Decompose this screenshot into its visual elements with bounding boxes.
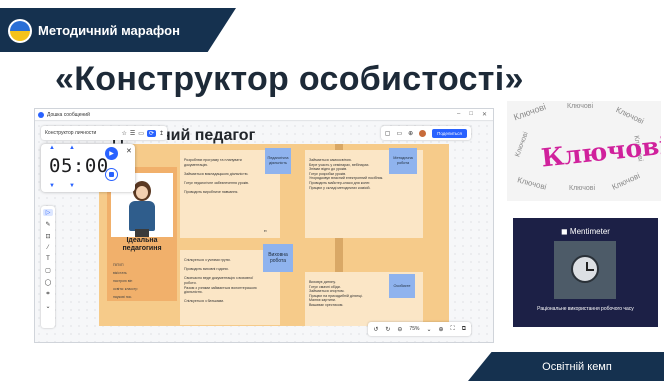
fit-screen-icon[interactable]: ⛶ <box>451 326 455 333</box>
menu-icon[interactable]: ☰ <box>130 130 135 137</box>
undo-icon[interactable]: ↺ <box>373 326 378 333</box>
timer-widget: ▲▲ 05:00 ▼▼ ▶ ✕ <box>41 144 135 192</box>
star-icon[interactable]: ☆ <box>121 130 126 137</box>
quote-mark: „ <box>264 224 267 233</box>
line-tool-icon[interactable]: ⁄ <box>47 245 48 251</box>
reaction-icon[interactable]: ⊕ <box>408 130 413 137</box>
avatar[interactable] <box>419 129 427 137</box>
banner-title: Методичний марафон <box>38 22 180 38</box>
pen-tool-icon[interactable]: ✎ <box>45 221 50 228</box>
pocket-watch-icon <box>554 241 616 299</box>
play-icon[interactable]: ▶ <box>105 147 118 160</box>
select-tool-icon[interactable]: ▷ <box>43 209 53 216</box>
word-cloud-image: Ключові Ключові Ключові Ключові Ключові … <box>507 101 661 201</box>
mentimeter-image: ◼ Mentimeter Раціональне використання ро… <box>513 218 658 327</box>
whiteboard-app-window: Дошка сообщений – □ ✕ деальний педагог К… <box>34 108 494 343</box>
board-name[interactable]: Конструктор личности <box>45 130 96 136</box>
minimap-icon[interactable]: ⧉ <box>462 326 466 333</box>
app-icon <box>38 111 44 118</box>
share-toolbar: ▢ ▭ ⊕ Поделиться <box>380 126 471 140</box>
timer-display[interactable]: 05:00 <box>49 155 109 177</box>
zoom-dropdown-icon[interactable]: ⌄ <box>426 326 431 333</box>
shape-tool-icon[interactable]: ⊡ <box>45 233 50 240</box>
slide: Методичний марафон «Конструктор особисто… <box>0 0 664 381</box>
comment-tool-icon[interactable]: ◯ <box>45 279 52 286</box>
timer-increase-arrows[interactable]: ▲▲ <box>49 145 89 151</box>
grid-tool-icon[interactable]: ⌗ <box>46 291 49 298</box>
board-canvas[interactable]: деальний педагог Конструктор личности ☆ … <box>35 122 493 342</box>
zoom-in-icon[interactable]: ⊕ <box>438 326 443 333</box>
zoom-level[interactable]: 75% <box>409 326 419 332</box>
person-card-name: Ідеальна педагогиня <box>122 237 162 252</box>
share-button[interactable]: Поделиться <box>432 128 467 138</box>
video-icon[interactable]: ▭ <box>396 130 402 137</box>
tools-sidebar: ▷ ✎ ⊡ ⁄ T ▢ ◯ ⌗ ⌄ <box>41 206 55 328</box>
word-cloud-main-word: Ключові <box>539 130 661 173</box>
footer-banner: Освітній кемп <box>468 352 664 381</box>
top-banner: Методичний марафон <box>0 8 236 52</box>
maximize-button[interactable]: □ <box>469 111 473 118</box>
zoom-out-icon[interactable]: ⊖ <box>397 326 402 333</box>
mentimeter-brand: ◼ Mentimeter <box>561 227 610 236</box>
stop-icon[interactable] <box>105 168 118 181</box>
window-titlebar: Дошка сообщений – □ ✕ <box>35 109 493 121</box>
person-card-fields: ПІП/ІП вік/стать настрою він освіта: кла… <box>113 263 138 299</box>
close-icon[interactable]: ✕ <box>126 147 132 155</box>
footer-label: Освітній кемп <box>542 360 612 373</box>
sticky-teaching[interactable]: Педагогічна діяльність <box>265 148 291 174</box>
board-toolbar: Конструктор личности ☆ ☰ ▭ ⟳ ↥ <box>41 126 167 140</box>
minimize-button[interactable]: – <box>457 111 460 118</box>
sticky-methodical[interactable]: Методична робота <box>389 148 417 174</box>
mentimeter-caption: Раціональне використання робочого часу <box>537 306 634 312</box>
sticky-educational[interactable]: Виховна робота <box>263 244 293 272</box>
panel-teaching-text: Розроблює програму та планувати документ… <box>184 158 249 195</box>
sticky-tool-icon[interactable]: ▢ <box>45 267 51 274</box>
export-icon[interactable]: ↥ <box>159 130 164 137</box>
window-title: Дошка сообщений <box>47 111 90 118</box>
slide-title: «Конструктор особистості» <box>55 60 524 98</box>
comment-icon[interactable]: ▢ <box>385 130 391 137</box>
marathon-logo-icon <box>8 19 32 43</box>
sticky-personal[interactable]: Особисте <box>389 274 415 298</box>
more-tools-icon[interactable]: ⌄ <box>45 303 50 310</box>
close-window-button[interactable]: ✕ <box>482 111 487 118</box>
panel-educational-text: Спілкується з учнями групи. Проводить ви… <box>184 258 257 304</box>
timer-icon[interactable]: ⟳ <box>146 129 156 137</box>
redo-icon[interactable]: ↻ <box>385 326 390 333</box>
timer-decrease-arrows[interactable]: ▼▼ <box>49 183 89 189</box>
frame-icon[interactable]: ▭ <box>138 130 144 137</box>
text-tool-icon[interactable]: T <box>46 256 50 262</box>
zoom-toolbar: ↺ ↻ ⊖ 75% ⌄ ⊕ ⛶ ⧉ <box>368 322 471 336</box>
